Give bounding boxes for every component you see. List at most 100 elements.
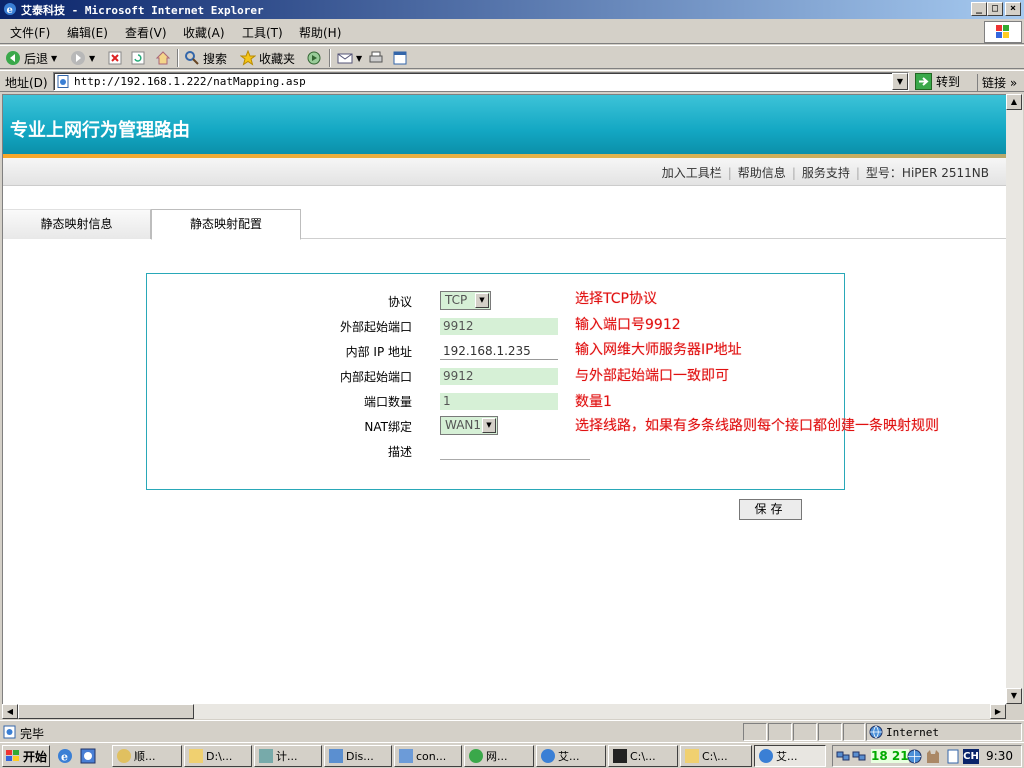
maximize-button[interactable]: □ — [987, 2, 1003, 16]
nav-add-toolbar[interactable]: 加入工具栏 — [662, 166, 722, 180]
task-item[interactable]: C:\... — [608, 745, 678, 767]
edit-button[interactable] — [392, 49, 408, 67]
stop-icon — [108, 51, 122, 65]
tab-mapping-info[interactable]: 静态映射信息 — [3, 209, 151, 239]
ie-logo-icon: e — [4, 3, 16, 16]
task-item[interactable]: con... — [394, 745, 462, 767]
go-button[interactable]: 转到 — [915, 73, 960, 90]
horizontal-scrollbar[interactable]: ◀ ▶ — [2, 704, 1006, 719]
task-item[interactable]: 艾... — [536, 745, 606, 767]
menu-file[interactable]: 文件(F) — [10, 24, 50, 41]
status-pane — [818, 723, 842, 741]
task-item[interactable]: C:\... — [680, 745, 752, 767]
task-item[interactable]: 顺... — [112, 745, 182, 767]
nat-select[interactable]: WAN1 ▼ — [440, 416, 498, 435]
task-item[interactable]: 计... — [254, 745, 322, 767]
menu-bar: 文件(F) 编辑(E) 查看(V) 收藏(A) 工具(T) 帮助(H) — [0, 20, 1024, 44]
protocol-select[interactable]: TCP ▼ — [440, 291, 491, 310]
home-button[interactable] — [155, 49, 171, 67]
home-icon — [155, 51, 171, 65]
save-button[interactable]: 保存 — [739, 499, 802, 520]
address-label: 地址(D) — [5, 76, 48, 90]
scroll-right-button[interactable]: ▶ — [990, 704, 1006, 719]
media-button[interactable] — [306, 49, 322, 67]
note-count: 数量1 — [575, 394, 612, 410]
stop-button[interactable] — [108, 49, 122, 67]
scroll-down-button[interactable]: ▼ — [1006, 688, 1022, 704]
outlook-quicklaunch-icon[interactable] — [80, 748, 96, 764]
vertical-scrollbar[interactable]: ▲ ▼ — [1006, 94, 1023, 704]
address-dropdown-button[interactable]: ▼ — [892, 73, 908, 90]
refresh-icon — [131, 51, 145, 65]
network-icon[interactable] — [836, 749, 850, 763]
note-ip: 输入网维大师服务器IP地址 — [575, 342, 742, 358]
scroll-left-button[interactable]: ◀ — [2, 704, 18, 719]
task-item[interactable]: D:\... — [184, 745, 252, 767]
window-title: 艾泰科技 - Microsoft Internet Explorer — [21, 4, 264, 17]
scroll-up-button[interactable]: ▲ — [1006, 94, 1022, 110]
status-pane — [743, 723, 767, 741]
tab-mapping-config[interactable]: 静态映射配置 — [151, 209, 301, 240]
menu-view[interactable]: 查看(V) — [125, 24, 167, 41]
count-input[interactable]: 1 — [440, 393, 558, 410]
start-label: 开始 — [23, 749, 48, 764]
ime-indicator[interactable]: CH — [963, 749, 979, 764]
mapping-form-panel: 协议 TCP ▼ 选择TCP协议 外部起始端口 9912 输入端口号9912 内… — [146, 273, 939, 490]
protocol-value: TCP — [445, 293, 468, 307]
menu-edit[interactable]: 编辑(E) — [67, 24, 108, 41]
ext-port-input[interactable]: 9912 — [440, 318, 558, 335]
nav-support[interactable]: 服务支持 — [802, 166, 850, 180]
int-port-label: 内部起始端口 — [339, 370, 412, 384]
subnav-bar: 加入工具栏 | 帮助信息 | 服务支持 | 型号：HiPER 2511NB — [3, 158, 1006, 186]
print-button[interactable] — [368, 49, 384, 67]
start-button[interactable]: 开始 — [2, 745, 50, 767]
forward-dropdown-icon[interactable]: ▼ — [89, 54, 95, 63]
links-button[interactable]: 链接 » — [977, 74, 1017, 91]
refresh-button[interactable] — [131, 49, 145, 67]
svg-text:e: e — [61, 751, 68, 764]
windows-logo-icon — [984, 21, 1022, 43]
network-icon[interactable] — [852, 749, 866, 763]
back-label: 后退 — [24, 51, 49, 66]
mail-button[interactable]: ▼ — [337, 49, 362, 67]
favorites-button[interactable]: 收藏夹 — [240, 49, 295, 67]
task-item[interactable]: Dis... — [324, 745, 392, 767]
media-icon — [307, 51, 321, 65]
toolbar-separator — [177, 49, 179, 67]
minimize-button[interactable]: _ — [971, 2, 987, 16]
page-icon — [57, 75, 69, 88]
star-icon — [240, 50, 256, 66]
globe-icon[interactable] — [907, 749, 922, 764]
scrollbar-corner — [1006, 704, 1023, 719]
desc-input[interactable] — [440, 459, 590, 460]
horizontal-scroll-thumb[interactable] — [18, 704, 194, 719]
note-int-port: 与外部起始端口一致即可 — [575, 368, 729, 384]
search-button[interactable]: 搜索 — [184, 49, 227, 67]
back-button[interactable]: 后退 ▼ — [5, 49, 57, 67]
close-button[interactable]: × — [1005, 2, 1021, 16]
ie-quicklaunch-icon[interactable]: e — [57, 748, 73, 764]
search-icon — [185, 51, 199, 65]
forward-button[interactable]: ▼ — [70, 49, 95, 67]
nat-value: WAN1 — [445, 418, 482, 432]
int-port-input[interactable]: 9912 — [440, 368, 558, 385]
protocol-label: 协议 — [387, 295, 412, 309]
menu-help[interactable]: 帮助(H) — [299, 24, 341, 41]
edit-page-icon — [393, 51, 407, 65]
nav-help[interactable]: 帮助信息 — [738, 166, 786, 180]
task-item[interactable]: 网... — [464, 745, 534, 767]
nav-model: 型号：HiPER 2511NB — [865, 166, 989, 180]
clock: 9:30 — [986, 749, 1013, 763]
banner-title: 专业上网行为管理路由 — [10, 120, 190, 141]
status-pane — [843, 723, 865, 741]
back-dropdown-icon[interactable]: ▼ — [51, 54, 57, 63]
menu-tools[interactable]: 工具(T) — [242, 24, 283, 41]
menu-favorites[interactable]: 收藏(A) — [183, 24, 225, 41]
mail-dropdown-icon[interactable]: ▼ — [356, 54, 362, 63]
ip-input[interactable]: 192.168.1.235 — [440, 343, 558, 360]
document-icon[interactable] — [947, 749, 959, 764]
note-nat: 选择线路，如果有多条线路则每个接口都创建一条映射规则 — [575, 418, 939, 434]
address-input[interactable]: http://192.168.1.222/natMapping.asp ▼ — [53, 72, 909, 91]
task-item-active[interactable]: 艾... — [754, 745, 826, 767]
cat-icon[interactable] — [925, 749, 941, 764]
